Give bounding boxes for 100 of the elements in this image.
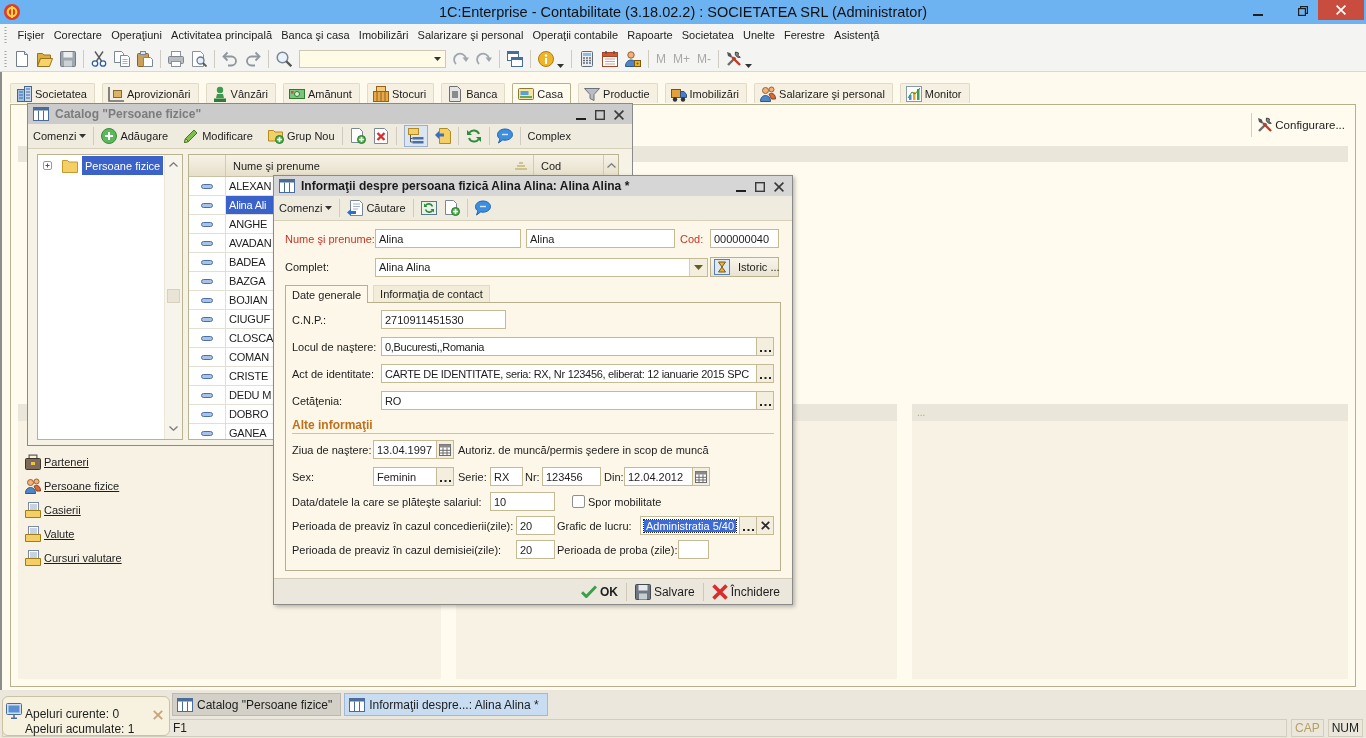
new-group-button[interactable]: Grup Nou — [267, 126, 335, 146]
menu-item[interactable]: Unelte — [738, 29, 780, 41]
table-cell[interactable]: Alina Ali — [225, 196, 273, 214]
complex-button[interactable]: Complex — [527, 126, 571, 146]
choice-field[interactable]: Administratia 5/40 — [640, 516, 774, 535]
document-plus-icon[interactable] — [443, 200, 460, 216]
undo-icon[interactable] — [222, 50, 238, 67]
scissors-icon[interactable] — [91, 50, 107, 67]
add-button[interactable]: Adăugare — [101, 126, 169, 146]
chat-bubble-icon[interactable] — [474, 200, 491, 216]
arrow-document-icon[interactable] — [434, 128, 451, 144]
close-icon[interactable] — [614, 110, 624, 120]
text-field[interactable]: Alina — [375, 229, 521, 248]
link[interactable]: Parteneri — [25, 453, 89, 471]
tab[interactable]: Informaţia de contact — [373, 285, 490, 302]
print-preview-icon[interactable] — [191, 50, 207, 67]
menu-item[interactable]: Imobilizări — [354, 29, 413, 41]
menu-item[interactable]: Operaţii contabile — [527, 29, 623, 41]
choice-field[interactable]: Feminin — [373, 467, 454, 486]
scrollbar[interactable] — [164, 155, 182, 439]
menu-item[interactable]: Asistenţă — [829, 29, 884, 41]
section-tab[interactable]: Vânzări — [205, 83, 276, 103]
search-button[interactable]: Căutare — [347, 198, 406, 218]
menu-item[interactable]: Operaţiuni — [106, 29, 167, 41]
maximize-icon[interactable] — [595, 110, 605, 120]
choice-field[interactable]: 0,Bucuresti,,Romania — [381, 337, 774, 356]
text-field[interactable]: 20 — [516, 516, 555, 535]
caret-icon[interactable] — [434, 56, 441, 61]
clear-button[interactable] — [756, 517, 773, 534]
folder-icon[interactable] — [37, 50, 53, 67]
window-tab[interactable]: Catalog "Persoane fizice" — [172, 693, 342, 716]
calendar-icon[interactable] — [602, 50, 618, 67]
search-field[interactable] — [299, 49, 446, 68]
menu-item[interactable]: Rapoarte — [622, 29, 678, 41]
commands-menu[interactable]: Comenzi — [279, 198, 333, 218]
clipboard-icon[interactable] — [137, 50, 153, 67]
date-field[interactable]: 13.04.1997 — [373, 440, 454, 459]
menu-item[interactable]: Ferestre — [779, 29, 830, 41]
scroll-up-icon[interactable] — [606, 163, 616, 168]
section-tab[interactable]: Societatea — [10, 83, 95, 103]
ellipsis-button[interactable] — [436, 468, 453, 485]
text-field[interactable]: 20 — [516, 540, 555, 559]
section-tab[interactable]: Salarizare şi personal — [754, 83, 893, 103]
text-field[interactable]: 10 — [490, 492, 555, 511]
text-field[interactable] — [678, 540, 709, 559]
new-document-icon[interactable] — [14, 50, 30, 67]
link[interactable]: Cursuri valutare — [25, 549, 122, 567]
section-tab[interactable]: Stocuri — [366, 83, 435, 103]
search-icon[interactable] — [276, 50, 292, 67]
ellipsis-button[interactable] — [756, 365, 773, 382]
windows-icon[interactable] — [507, 50, 523, 67]
configure-button[interactable]: Configurare... — [1251, 113, 1345, 137]
ok-button[interactable]: OK — [576, 580, 622, 603]
ellipsis-button[interactable] — [739, 517, 756, 534]
dropdown-button[interactable] — [689, 258, 707, 276]
restore-icon[interactable] — [1298, 6, 1308, 16]
scroll-thumb[interactable] — [167, 289, 180, 303]
checkbox[interactable] — [572, 495, 585, 508]
tab[interactable]: Date generale — [285, 285, 369, 303]
scroll-up-icon[interactable] — [169, 162, 178, 167]
text-field[interactable]: 2710911451530 — [381, 310, 506, 329]
choice-field[interactable]: CARTE DE IDENTITATE, seria: RX, Nr 123456, eliberat: 12 ianuarie 2015 SPC — [381, 364, 774, 383]
history-button[interactable]: Istoric ... — [710, 257, 779, 277]
caret-icon[interactable] — [557, 64, 564, 68]
close-button[interactable]: Închidere — [707, 580, 784, 603]
ellipsis-button[interactable] — [756, 392, 773, 409]
edit-button[interactable]: Modificare — [183, 126, 253, 146]
link[interactable]: Casierii — [25, 501, 81, 519]
save-button[interactable]: Salvare — [630, 580, 699, 603]
close-icon[interactable] — [774, 182, 784, 192]
text-field[interactable]: 123456 — [542, 467, 601, 486]
link[interactable]: Valute — [25, 525, 75, 543]
tree-item[interactable]: Persoane fizice — [82, 156, 164, 175]
menu-item[interactable]: Societatea — [677, 29, 739, 41]
section-tab[interactable]: Monitor — [899, 83, 970, 103]
menu-item[interactable]: Fişier — [13, 29, 50, 41]
calendar-button[interactable] — [436, 441, 453, 458]
menu-item[interactable]: Banca şi casa — [276, 29, 355, 41]
copy-icon[interactable] — [114, 50, 130, 67]
curved-arrow-icon[interactable] — [476, 50, 492, 67]
caret-icon[interactable] — [745, 64, 752, 68]
scroll-down-icon[interactable] — [169, 426, 178, 431]
tools-icon[interactable] — [726, 50, 742, 67]
user-icon[interactable] — [625, 50, 641, 67]
chat-bubble-icon[interactable] — [496, 128, 513, 144]
ellipsis-button[interactable] — [756, 338, 773, 355]
expand-icon[interactable] — [43, 161, 52, 170]
section-tab[interactable]: Casa — [512, 83, 572, 103]
redo-icon[interactable] — [245, 50, 261, 67]
maximize-icon[interactable] — [755, 182, 765, 192]
date-field[interactable]: 12.04.2012 — [624, 467, 710, 486]
section-tab[interactable]: Amănunt — [282, 83, 360, 103]
commands-menu[interactable]: Comenzi — [33, 126, 87, 146]
close-button[interactable] — [1318, 0, 1364, 20]
link[interactable]: Persoane fizice — [25, 477, 120, 495]
section-tab[interactable]: Imobilizări — [664, 83, 748, 103]
section-tab[interactable]: Productie — [578, 83, 658, 103]
menu-item[interactable]: Corectare — [49, 29, 107, 41]
combo-box[interactable]: Alina Alina — [375, 257, 708, 277]
text-field[interactable]: 000000040 — [710, 229, 779, 248]
